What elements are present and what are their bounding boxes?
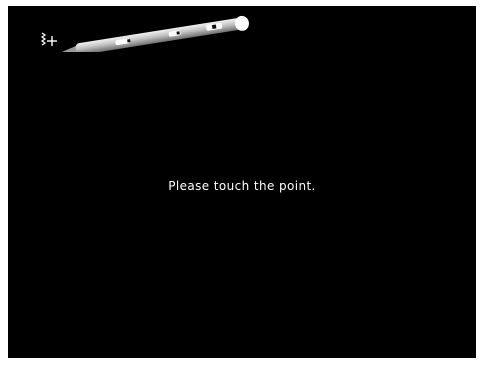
- stylus-pen-icon: [54, 15, 249, 52]
- calibration-screen[interactable]: Please touch the point.: [8, 6, 476, 358]
- calibration-instruction: Please touch the point.: [168, 179, 316, 193]
